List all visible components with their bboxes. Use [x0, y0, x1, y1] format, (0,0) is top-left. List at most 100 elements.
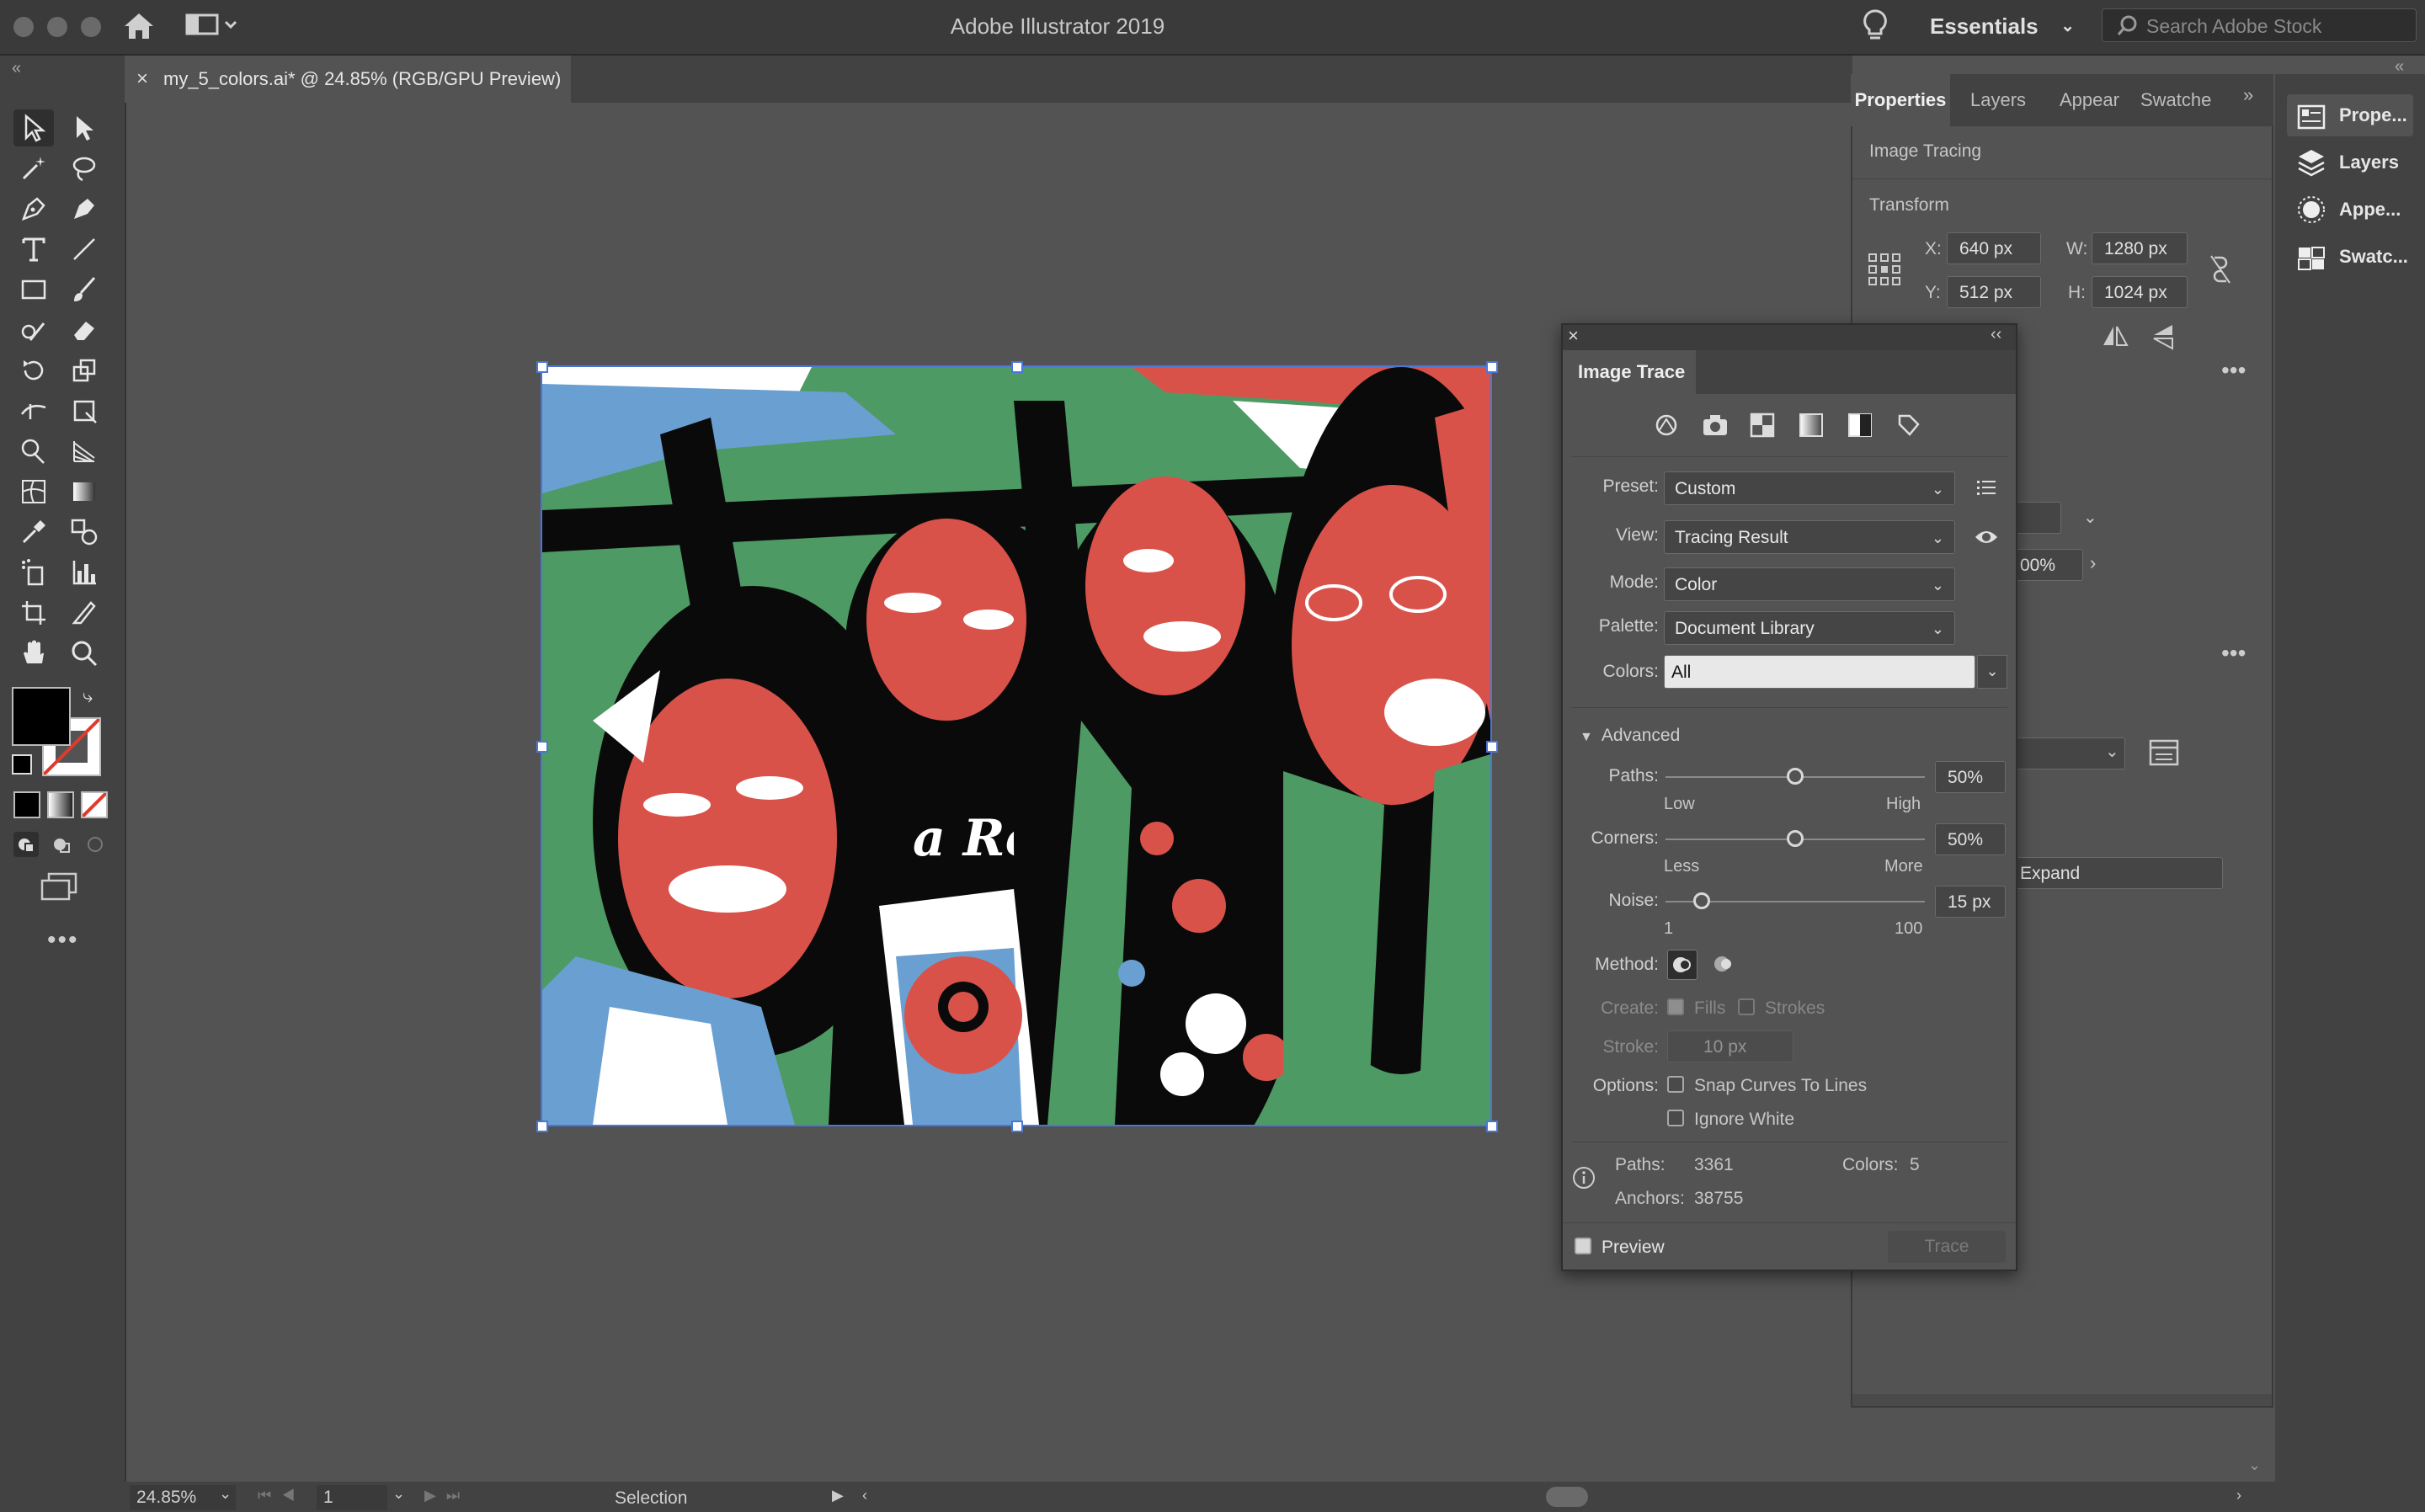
corners-field[interactable]: 50% [1935, 823, 2006, 855]
ignore-white-checkbox[interactable] [1667, 1110, 1684, 1126]
tab-appearance[interactable]: Appear [2060, 74, 2119, 126]
collapse-panel-icon[interactable]: « [12, 59, 21, 78]
close-icon[interactable]: × [1568, 325, 1579, 347]
curvature-tool-icon[interactable] [64, 190, 104, 227]
selection-handle[interactable] [536, 1121, 548, 1132]
dock-layers[interactable]: Layers [2287, 141, 2413, 184]
minimize-window-button[interactable] [47, 17, 67, 37]
noise-slider-thumb[interactable] [1693, 892, 1711, 909]
flip-horizontal-icon[interactable] [2102, 323, 2129, 353]
draw-inside-icon[interactable] [83, 832, 108, 857]
zoom-tool-icon[interactable] [64, 635, 104, 672]
lightbulb-icon[interactable] [1861, 8, 1889, 46]
paths-slider-thumb[interactable] [1787, 768, 1804, 785]
collapse-panel-icon[interactable]: ‹‹ [1991, 325, 2001, 344]
horizontal-scroll-thumb[interactable] [1546, 1487, 1588, 1507]
scroll-left-icon[interactable]: ‹ [862, 1487, 867, 1504]
chevron-down-icon[interactable]: ⌄ [2083, 507, 2097, 528]
scroll-right-icon[interactable]: › [2236, 1487, 2241, 1504]
type-tool-icon[interactable] [13, 231, 54, 268]
artboard-tool-icon[interactable] [13, 594, 54, 631]
paths-field[interactable]: 50% [1935, 761, 2006, 793]
eraser-tool-icon[interactable] [64, 311, 104, 349]
status-menu-icon[interactable]: ▶ [832, 1487, 844, 1504]
w-field[interactable]: 1280 px [2092, 232, 2188, 264]
chevron-down-icon[interactable]: ⌄ [392, 1485, 405, 1503]
tab-properties[interactable]: Properties [1851, 74, 1950, 126]
stock-search-input[interactable]: Search Adobe Stock [2102, 8, 2417, 42]
zoom-window-button[interactable] [81, 17, 101, 37]
default-colors-icon[interactable] [12, 754, 32, 775]
draw-normal-icon[interactable] [13, 832, 39, 857]
scroll-down-icon[interactable]: ⌄ [2248, 1456, 2261, 1474]
image-trace-header[interactable] [1563, 325, 2016, 350]
selection-handle[interactable] [1486, 741, 1498, 753]
selection-handle[interactable] [536, 741, 548, 753]
eyedropper-tool-icon[interactable] [13, 514, 54, 551]
chevron-right-icon[interactable]: › [2090, 552, 2096, 574]
selection-tool-icon[interactable] [13, 109, 54, 146]
swap-colors-icon[interactable]: ⤷ [83, 685, 93, 707]
abutting-method-icon[interactable] [1667, 950, 1698, 980]
snap-curves-checkbox[interactable] [1667, 1076, 1684, 1093]
document-tab[interactable]: × my_5_colors.ai* @ 24.85% (RGB/GPU Prev… [125, 56, 571, 103]
trace-panel-icon[interactable] [2149, 739, 2179, 770]
view-dropdown[interactable]: Tracing Result ⌄ [1664, 520, 1955, 554]
edit-toolbar-icon[interactable]: ••• [47, 926, 79, 955]
opacity-field[interactable]: 00% [2007, 549, 2083, 581]
slice-tool-icon[interactable] [64, 594, 104, 631]
tab-layers[interactable]: Layers [1970, 74, 2026, 126]
column-graph-tool-icon[interactable] [64, 554, 104, 591]
paintbrush-tool-icon[interactable] [64, 271, 104, 308]
pen-tool-icon[interactable] [13, 190, 54, 227]
close-window-button[interactable] [13, 17, 34, 37]
selection-handle[interactable] [536, 361, 548, 373]
manage-presets-icon[interactable] [1975, 476, 1997, 503]
blend-tool-icon[interactable] [64, 514, 104, 551]
panel-resize-grip[interactable] [1852, 1394, 2272, 1406]
tab-swatches[interactable]: Swatche [2140, 74, 2211, 126]
width-tool-icon[interactable] [13, 392, 54, 429]
selection-handle[interactable] [1486, 361, 1498, 373]
dock-swatches[interactable]: Swatc... [2287, 236, 2413, 278]
direct-selection-tool-icon[interactable] [64, 109, 104, 146]
mesh-tool-icon[interactable] [13, 473, 54, 510]
selection-handle[interactable] [1011, 361, 1023, 373]
dock-properties[interactable]: Prope... [2287, 94, 2413, 136]
line-segment-tool-icon[interactable] [64, 231, 104, 268]
gradient-mode-icon[interactable] [47, 791, 74, 818]
preset-dropdown[interactable]: Custom ⌄ [1664, 471, 1955, 505]
colors-dropdown-chevron-icon[interactable]: ⌄ [1977, 655, 2007, 689]
h-field[interactable]: 1024 px [2092, 276, 2188, 308]
stroke-field[interactable]: 10 px [1667, 1030, 1793, 1062]
traced-image-artboard[interactable]: a Rosa [541, 365, 1492, 1126]
strokes-checkbox[interactable] [1738, 998, 1755, 1015]
shaper-tool-icon[interactable] [13, 311, 54, 349]
rectangle-tool-icon[interactable] [13, 271, 54, 308]
constrain-proportions-icon[interactable] [2208, 254, 2233, 289]
free-transform-tool-icon[interactable] [64, 392, 104, 429]
shape-builder-tool-icon[interactable] [13, 433, 54, 470]
colors-combobox[interactable]: All [1664, 655, 1975, 689]
artboard-number-field[interactable]: 1 [317, 1485, 387, 1510]
x-field[interactable]: 640 px [1947, 232, 2041, 264]
arrange-documents-icon[interactable] [185, 13, 239, 41]
magic-wand-tool-icon[interactable] [13, 150, 54, 187]
palette-dropdown[interactable]: Document Library ⌄ [1664, 611, 1955, 645]
collapse-dock-icon[interactable]: « [2395, 57, 2404, 77]
perspective-grid-tool-icon[interactable] [64, 433, 104, 470]
rotate-tool-icon[interactable] [13, 352, 54, 389]
home-icon[interactable] [123, 12, 155, 45]
artboard-next-icon[interactable]: ▶⏭ [424, 1487, 470, 1504]
noise-field[interactable]: 15 px [1935, 886, 2006, 918]
workspace-switcher[interactable]: Essentials ⌄ [1910, 7, 2087, 45]
tab-image-trace[interactable]: Image Trace [1563, 350, 1696, 394]
mode-dropdown[interactable]: Color ⌄ [1664, 567, 1955, 601]
reference-point-icon[interactable] [1868, 253, 1901, 290]
color-mode-icon[interactable] [13, 791, 40, 818]
gradient-tool-icon[interactable] [64, 473, 104, 510]
selection-handle[interactable] [1011, 1121, 1023, 1132]
hand-tool-icon[interactable] [13, 635, 54, 672]
fills-checkbox[interactable] [1667, 998, 1684, 1015]
advanced-toggle[interactable]: ▼ Advanced [1580, 726, 1680, 746]
